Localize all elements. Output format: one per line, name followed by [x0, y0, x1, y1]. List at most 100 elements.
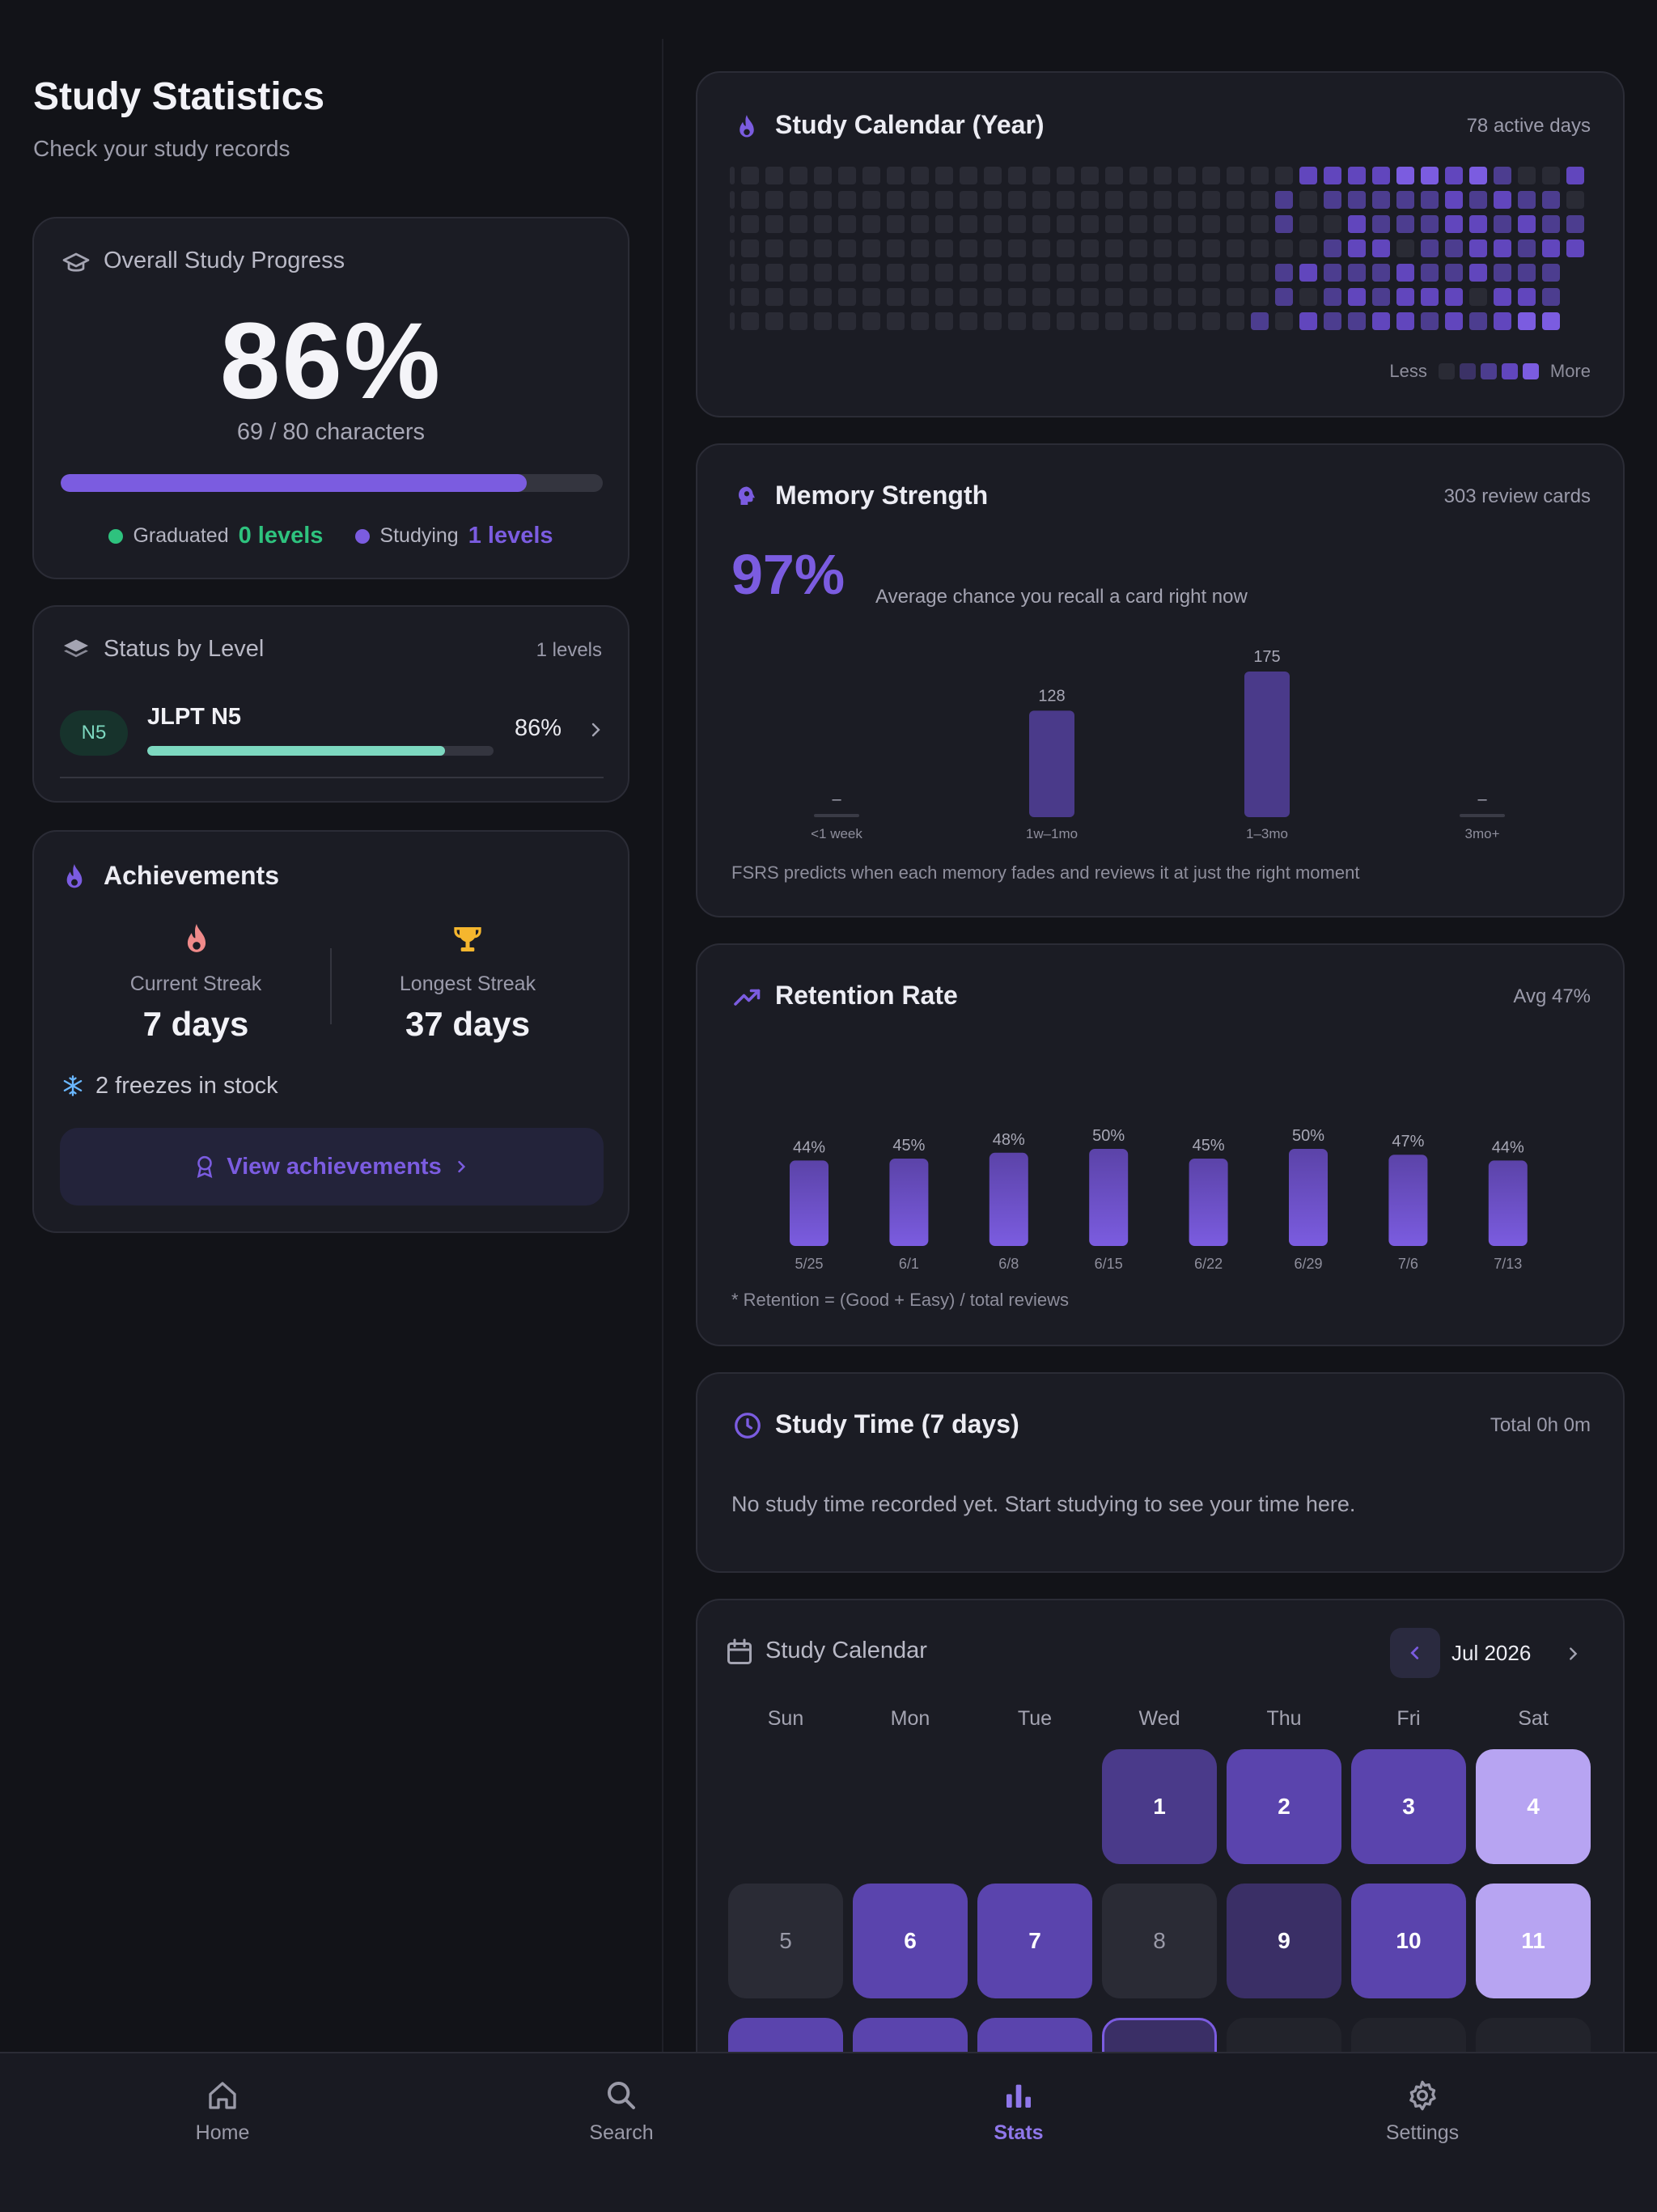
- calendar-day[interactable]: 3: [1351, 1749, 1466, 1864]
- heatmap-cell: [1178, 167, 1196, 184]
- heatmap-cell: [1324, 312, 1341, 330]
- freezes-text: 2 freezes in stock: [95, 1073, 278, 1099]
- heatmap-cell: [1154, 264, 1172, 282]
- heatmap-cell: [1469, 288, 1487, 306]
- next-month-button[interactable]: [1555, 1636, 1591, 1672]
- level-percent: 86%: [515, 715, 562, 741]
- heatmap-cell: [1542, 215, 1560, 233]
- heatmap-cell: [1469, 191, 1487, 209]
- heatmap-cell: [1566, 239, 1584, 257]
- heatmap-cell: [1324, 167, 1341, 184]
- heatmap-cell: [960, 191, 977, 209]
- calendar-day[interactable]: 9: [1227, 1884, 1341, 1998]
- heatmap-cell: [741, 167, 759, 184]
- heatmap-cell: [1275, 239, 1293, 257]
- study-time-card: Study Time (7 days) Total 0h 0m No study…: [696, 1372, 1625, 1573]
- heatmap-cell: [741, 264, 759, 282]
- achievements-card: Achievements Current Streak 7 days Longe…: [32, 830, 629, 1233]
- graduated-dot-icon: [108, 528, 124, 544]
- calendar-day[interactable]: 4: [1476, 1749, 1591, 1864]
- nav-home[interactable]: Home: [142, 2079, 303, 2145]
- heatmap-cell: [1494, 215, 1511, 233]
- retention-bar-category: 6/15: [1095, 1256, 1123, 1272]
- gear-icon: [1409, 2080, 1436, 2111]
- studying-dot-icon: [355, 528, 371, 544]
- calendar-day[interactable]: 11: [1476, 1884, 1591, 1998]
- overall-progress-bar: [61, 474, 603, 492]
- heatmap-cell: [814, 264, 832, 282]
- calendar-day[interactable]: 7: [977, 1884, 1092, 1998]
- heatmap-cell: [1299, 239, 1317, 257]
- heatmap-cell: [1348, 239, 1366, 257]
- retention-bar-value: 44%: [1492, 1138, 1524, 1156]
- heatmap-cell: [1154, 191, 1172, 209]
- view-achievements-button[interactable]: View achievements: [60, 1128, 604, 1206]
- calendar-day[interactable]: 8: [1102, 1884, 1217, 1998]
- heatmap-cell: [1008, 167, 1026, 184]
- nav-stats[interactable]: Stats: [938, 2079, 1100, 2145]
- heatmap-cell: [1105, 191, 1123, 209]
- heatmap-cell: [911, 191, 929, 209]
- retention-bar-category: 7/13: [1494, 1256, 1522, 1272]
- heatmap-cell: [1542, 288, 1560, 306]
- bar-chart-icon: [1006, 2084, 1031, 2108]
- heatmap-cell: [984, 215, 1002, 233]
- chevron-right-icon: [591, 723, 600, 737]
- calendar-day[interactable]: 6: [853, 1884, 968, 1998]
- page-subtitle: Check your study records: [33, 136, 290, 161]
- retention-footnote: * Retention = (Good + Easy) / total revi…: [731, 1290, 1069, 1310]
- heatmap-cell: [1518, 239, 1536, 257]
- chevron-right-icon: [457, 1160, 465, 1173]
- heatmap-cell: [741, 191, 759, 209]
- heatmap-cell: [1105, 312, 1123, 330]
- heatmap-cell: [1154, 312, 1172, 330]
- level-row-n5[interactable]: N5 JLPT N5 86%: [60, 704, 604, 778]
- heatmap-cell: [1299, 215, 1317, 233]
- heatmap-cell: [1057, 167, 1074, 184]
- calendar-day[interactable]: 1: [1102, 1749, 1217, 1864]
- nav-search[interactable]: Search: [540, 2079, 702, 2145]
- heatmap-cell: [1275, 312, 1293, 330]
- heatmap-cell: [838, 191, 856, 209]
- heatmap-legend: Less More: [1389, 361, 1591, 382]
- heatmap-cell: [984, 288, 1002, 306]
- heatmap-cell: [1518, 191, 1536, 209]
- heatmap-cell: [1105, 215, 1123, 233]
- heatmap-cell: [1469, 167, 1487, 184]
- heatmap-cell: [1154, 288, 1172, 306]
- heatmap-cell: [838, 264, 856, 282]
- calendar-day[interactable]: 10: [1351, 1884, 1466, 1998]
- heatmap-cell: [1057, 191, 1074, 209]
- prev-month-button[interactable]: [1390, 1628, 1440, 1678]
- retention-bar-value: 45%: [1193, 1137, 1225, 1155]
- retention-bar: [1089, 1149, 1129, 1246]
- heatmap-cell: [1372, 239, 1390, 257]
- heatmap-cell: [935, 288, 953, 306]
- current-streak-label: Current Streak: [129, 973, 262, 995]
- retention-bar-category: 6/22: [1194, 1256, 1223, 1272]
- memory-bar-value: –: [832, 790, 841, 808]
- heatmap-cell: [838, 312, 856, 330]
- longest-streak-label: Longest Streak: [399, 973, 536, 995]
- heatmap-cell: [1057, 264, 1074, 282]
- heatmap-cell: [1129, 288, 1147, 306]
- weekday-label: Thu: [1266, 1707, 1302, 1730]
- calendar-day[interactable]: 5: [728, 1884, 843, 1998]
- chevron-left-icon: [1410, 1646, 1419, 1659]
- heatmap-cell: [741, 239, 759, 257]
- heatmap-cell: [1566, 215, 1584, 233]
- heatmap-cell: [1227, 167, 1244, 184]
- heatmap-cell: [1275, 191, 1293, 209]
- heatmap-cell: [1105, 288, 1123, 306]
- heatmap-cell: [1542, 167, 1560, 184]
- heatmap-cell: [1129, 215, 1147, 233]
- heatmap-cell: [1081, 264, 1099, 282]
- trending-up-icon: [734, 989, 761, 1006]
- nav-settings[interactable]: Settings: [1341, 2079, 1503, 2145]
- weekday-label: Sat: [1518, 1707, 1549, 1730]
- heatmap-cell: [984, 167, 1002, 184]
- calendar-day[interactable]: 2: [1227, 1749, 1341, 1864]
- heatmap-cell: [984, 191, 1002, 209]
- heatmap-cell: [887, 288, 905, 306]
- heatmap-cell: [1396, 167, 1414, 184]
